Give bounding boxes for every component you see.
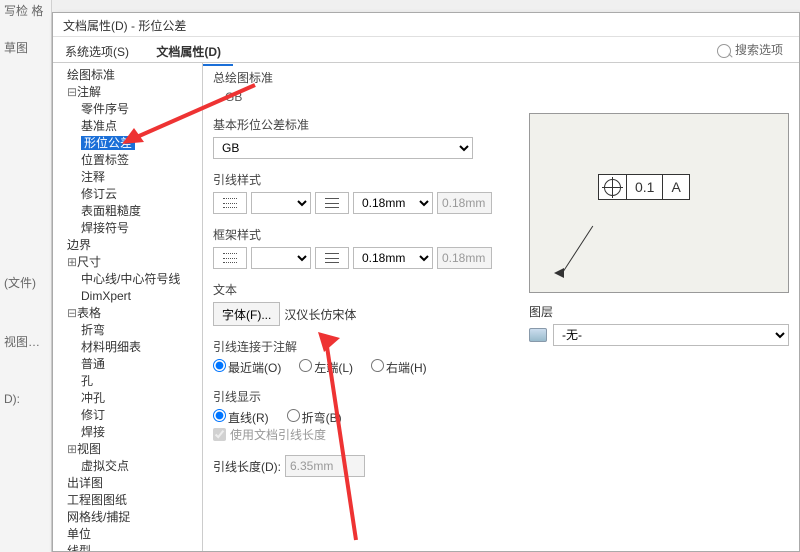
tab-document-properties[interactable]: 文档属性(D) [144, 37, 233, 66]
expand-icon[interactable]: ⊞ [67, 254, 77, 271]
frame-thickness-icon [315, 247, 349, 269]
position-symbol-icon [599, 175, 627, 199]
search-icon [717, 44, 731, 58]
tree-centerlines[interactable]: 中心线/中心符号线 [81, 272, 180, 286]
tree-virtual-sharps[interactable]: 虚拟交点 [81, 459, 129, 473]
text-label: 文本 [213, 281, 513, 298]
leader-preview [554, 198, 614, 278]
feature-control-frame: 0.1 A [598, 174, 690, 200]
tree-surface-finishes[interactable]: 表面粗糙度 [81, 204, 141, 218]
expand-icon[interactable]: ⊞ [67, 441, 77, 458]
tree-weld-symbols[interactable]: 焊接符号 [81, 221, 129, 235]
tree-detailing[interactable]: 出详图 [67, 476, 103, 490]
leader-style-group: 引线样式 0.18mm [213, 171, 513, 214]
tree-hole[interactable]: 孔 [81, 374, 93, 388]
tree-annotations[interactable]: 注解 [77, 85, 101, 99]
display-straight-radio[interactable]: 直线(R) [213, 409, 269, 426]
stub-file: (文件) [0, 256, 51, 291]
collapse-icon[interactable]: ⊟ [67, 305, 77, 322]
tree-line-font[interactable]: 线型 [67, 544, 91, 551]
frame-thickness-value [437, 247, 492, 269]
stub-view2: 视图… [0, 315, 51, 350]
frame-line-type-select[interactable] [251, 247, 311, 269]
app-left-stubs: 写检 格 草图 (文件) 视图… D): [0, 0, 52, 552]
dialog-title: 文档属性(D) - 形位公差 [53, 13, 799, 37]
leader-thickness-select[interactable]: 0.18mm [353, 192, 433, 214]
tree-general[interactable]: 普通 [81, 357, 105, 371]
annotation-arrow-2 [316, 330, 396, 550]
stub-d: D): [0, 374, 51, 406]
leader-line-type-icon [213, 192, 247, 214]
annotation-arrow-1 [120, 80, 260, 160]
layer-select[interactable]: -无- [553, 324, 789, 346]
leader-thickness-icon [315, 192, 349, 214]
connect-nearest-radio[interactable]: 最近端(O) [213, 359, 281, 376]
gtol-preview: 0.1 A [529, 113, 789, 293]
frame-line-type-icon [213, 247, 247, 269]
tree-grid-snap[interactable]: 网格线/捕捉 [67, 510, 130, 524]
frame-style-label: 框架样式 [213, 226, 513, 243]
tree-datums[interactable]: 基准点 [81, 119, 117, 133]
frame-style-group: 框架样式 0.18mm [213, 226, 513, 269]
text-group: 文本 字体(F)... 汉仪长仿宋体 [213, 281, 513, 326]
tree-drawing-sheets[interactable]: 工程图图纸 [67, 493, 127, 507]
tree-views[interactable]: 视图 [77, 442, 101, 456]
datum-value: A [663, 175, 688, 199]
tree-units[interactable]: 单位 [67, 527, 91, 541]
tree-notes[interactable]: 注释 [81, 170, 105, 184]
search-label: 搜索选项 [735, 43, 783, 57]
leader-style-label: 引线样式 [213, 171, 513, 188]
stub-sketch: 草图 [0, 21, 51, 56]
settings-panel: 总绘图标准 GB 基本形位公差标准 GB 引线样式 [203, 63, 799, 551]
tab-system-options[interactable]: 系统选项(S) [53, 37, 141, 64]
font-value: 汉仪长仿宋体 [284, 306, 356, 323]
tree-revision[interactable]: 修订 [81, 408, 105, 422]
leader-thickness-value [437, 192, 492, 214]
layer-label: 图层 [529, 303, 789, 320]
tree-bom[interactable]: 材料明细表 [81, 340, 141, 354]
tolerance-value: 0.1 [627, 175, 663, 199]
tree-revision-clouds[interactable]: 修订云 [81, 187, 117, 201]
tree-dimensions[interactable]: 尺寸 [77, 255, 101, 269]
leader-line-type-select[interactable] [251, 192, 311, 214]
layer-icon [529, 328, 547, 342]
tree-dimxpert[interactable]: DimXpert [81, 289, 131, 303]
tree-borders[interactable]: 边界 [67, 238, 91, 252]
tree-bend[interactable]: 折弯 [81, 323, 105, 337]
search-options[interactable]: 搜索选项 [717, 41, 783, 58]
tree-drafting-standard[interactable]: 绘图标准 [67, 68, 115, 82]
tree-tables[interactable]: 表格 [77, 306, 101, 320]
length-label: 引线长度(D): [213, 458, 281, 475]
font-button[interactable]: 字体(F)... [213, 302, 280, 326]
tree-punch[interactable]: 冲孔 [81, 391, 105, 405]
tab-strip: 系统选项(S) 文档属性(D) 搜索选项 [53, 37, 799, 63]
frame-thickness-select[interactable]: 0.18mm [353, 247, 433, 269]
stub-top: 写检 格 [0, 0, 51, 21]
tree-weld-table[interactable]: 焊接 [81, 425, 105, 439]
collapse-icon[interactable]: ⊟ [67, 84, 77, 101]
